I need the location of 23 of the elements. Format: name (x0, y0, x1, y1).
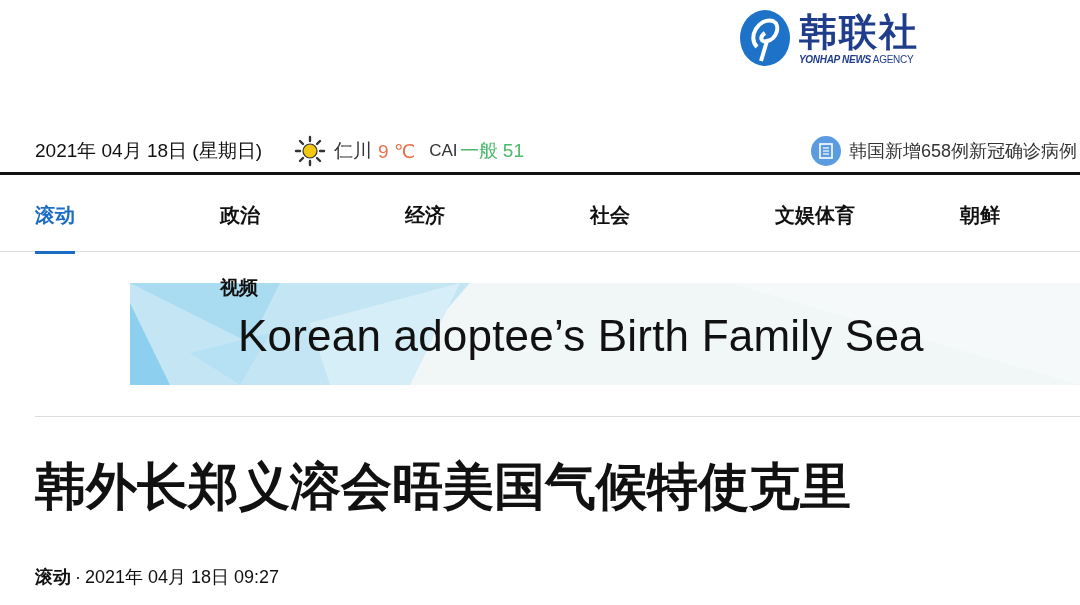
air-index-value: 一般 51 (459, 139, 524, 163)
publish-time: 2021年 04月 18日 09:27 (85, 566, 280, 589)
temperature: 9 ℃ (378, 139, 416, 163)
nav-tab[interactable]: 社会 (590, 202, 630, 254)
logo-icon (737, 7, 793, 69)
news-icon (810, 136, 841, 166)
logo-tagline: YONHAP NEWS AGENCY (799, 54, 915, 66)
nav-tab[interactable]: 朝鲜 (960, 202, 1000, 254)
logo-name: 韩联社 (799, 10, 919, 54)
air-index-label: CAI (429, 141, 458, 161)
nav-tab[interactable]: 政治 (220, 202, 260, 254)
section-label: 视频 (220, 276, 258, 300)
banner-text: Korean adoptee’s Birth Family Sea (238, 311, 924, 361)
city-name: 仁川 (334, 139, 373, 163)
separator-dot: · (75, 566, 81, 588)
nav-tab[interactable]: 滚动 (35, 202, 75, 254)
article-title: 韩外长郑义溶会晤美国气候特使克里 (35, 457, 852, 517)
nav-tab[interactable]: 文娱体育 (775, 202, 855, 254)
headline-link[interactable]: 韩国新增658例新冠确诊病例 (848, 139, 1077, 163)
nav-tab[interactable]: 经济 (405, 202, 445, 254)
date-text: 2021年 04月 18日 (星期日) (35, 139, 263, 163)
sun-icon (294, 135, 327, 167)
article-category[interactable]: 滚动 (35, 565, 71, 589)
